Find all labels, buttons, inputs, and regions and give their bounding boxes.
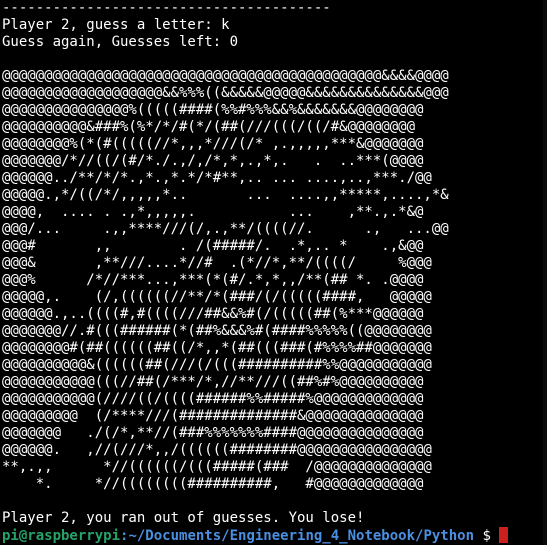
art-line: @@@@, .... . .,*,,,,,. ... ,**.,.*&@ — [2, 204, 424, 220]
art-line: @@@@@@@//.#(((######(*(##%&&&%#(####%%%%… — [2, 323, 432, 339]
guess-again-line: Guess again, Guesses left: 0 — [2, 34, 239, 50]
guess-prompt-line: Player 2, guess a letter: k — [2, 17, 230, 33]
prompt-user-host: pi@raspberrypi — [2, 528, 121, 544]
art-line: @@@@@@@@@@@@@@@%(((((####(%%#%%%&&%&&&&&… — [2, 102, 424, 118]
lose-message: Player 2, you ran out of guesses. You lo… — [2, 510, 365, 526]
terminal-window[interactable]: --------------------------------------- … — [0, 0, 547, 545]
art-line: @@@@@@@ ./(/*,**//(###%%%%%%%####@@@@@@@… — [2, 425, 424, 441]
art-line: @@@@@@.,..((((#,#((((///##&&%#(/(((((##(… — [2, 306, 424, 322]
art-line: @@@@@.,*/((/*/,,,,,*.. ... ....,,*****,.… — [2, 187, 449, 203]
art-line: @@@@@@@@@@@(////((/((((######%%#####%@@@… — [2, 391, 424, 407]
art-line: @@@@@@../**/*/*.,*.,*.*/*#**,.. ... ....… — [2, 170, 432, 186]
art-line: @@@@@@. ,//(///*,,/((((((########@@@@@@@… — [2, 442, 432, 458]
art-line: @@@@@@@@@@&((((((##(///(/(((##########%%… — [2, 357, 432, 373]
art-line: @@@@@@@/*//((/(#/*./.,/,/*,*,.,*,. . ..*… — [2, 153, 424, 169]
art-line: **,.,, *//((((((/(((#####(### /@@@@@@@@@… — [2, 459, 432, 475]
art-line: @@@@@@@@@@&###%(%*/*/#(*/(##(///(((/((/#… — [2, 119, 416, 135]
ascii-art: @@@@@@@@@@@@@@@@@@@@@@@@@@@@@@@@@@@@@@@@… — [2, 68, 547, 493]
scrollbar[interactable] — [543, 0, 547, 545]
prompt-path: :~/Documents/Engineering_4_Notebook/Pyth… — [120, 528, 475, 544]
art-line: @@@# ,, . /(#####/. .*,.. * .,&@@ — [2, 238, 424, 254]
art-line: @@@/... .,,****///(/,.,**/((((//. ., ...… — [2, 221, 449, 237]
text-cursor[interactable] — [499, 527, 509, 543]
art-line: @@@@@@@@@ (/****///(##############&@@@@@… — [2, 408, 424, 424]
art-line: @@@% /*//***...,***(*(#/.*,*,,/**(## *. … — [2, 272, 424, 288]
art-line: @@@@@@@@@@@@@@@@@@@&&%%%((&&&&&@@@@@&&&&… — [2, 85, 449, 101]
art-line: @@@@@,. (/,((((((//**/*(###/(/(((((####,… — [2, 289, 432, 305]
shell-prompt[interactable]: pi@raspberrypi:~/Documents/Engineering_4… — [2, 527, 547, 544]
art-line: @@@@@@@@%(*(#(((((//*,,,*///(/* ,.,,,,,*… — [2, 136, 424, 152]
art-line: @@@@@@@@@@@@@@@@@@@@@@@@@@@@@@@@@@@@@@@@… — [2, 68, 449, 84]
art-line: @@@@@@@@@@@(((//##(/***/*,//**///((##%#%… — [2, 374, 424, 390]
top-rule: --------------------------------------- — [2, 0, 331, 16]
art-line: @@@@@@@@#(##((((((##((/*,,*(##(((###(#%%… — [2, 340, 432, 356]
art-line: *. *//((((((((##########, #@@@@@@@@@@@@@ — [2, 476, 424, 492]
art-line: @@@& ,**///....*//# .(*//*,**/((((/ %@@@ — [2, 255, 432, 271]
prompt-symbol: $ — [474, 528, 500, 544]
